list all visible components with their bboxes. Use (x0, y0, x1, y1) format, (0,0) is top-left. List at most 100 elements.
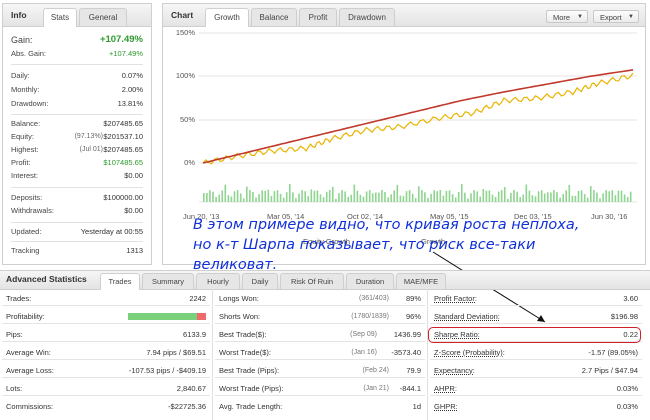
activity-bar (605, 190, 607, 202)
activity-bar (356, 190, 359, 202)
activity-bar (350, 194, 352, 202)
activity-bar (246, 186, 248, 202)
activity-bar (470, 193, 472, 202)
grid (199, 32, 637, 203)
activity-bar (550, 192, 552, 202)
tab-summary[interactable]: Summary (142, 273, 194, 289)
activity-bar (599, 198, 601, 202)
activity-bar (267, 189, 270, 202)
activity-bar (304, 191, 306, 202)
x-tick-label: Jun 30, '16 (591, 212, 628, 221)
activity-bar (255, 197, 257, 202)
info-row-profit: Profit: $107485.65 (11, 158, 143, 167)
divider (11, 64, 143, 65)
info-row-equity: Equity: (97.13%) $201537.10 (11, 132, 143, 141)
activity-bar (491, 194, 494, 202)
activity-bar (390, 194, 392, 202)
activity-bar (562, 194, 564, 202)
activity-bar (418, 186, 420, 202)
activity-bar (273, 191, 276, 202)
activity-bar (328, 190, 331, 202)
activity-bar (408, 190, 411, 202)
activity-bar (476, 191, 478, 202)
activity-bar (285, 192, 288, 202)
tab-stats[interactable]: Stats (43, 8, 77, 27)
activity-bar (473, 190, 475, 202)
info-row-tracking: Tracking 1313 (11, 246, 143, 255)
stat-trades: Trades: 2242 (2, 292, 210, 306)
activity-bar (547, 192, 549, 202)
activity-bar (252, 192, 254, 202)
activity-bar (313, 190, 316, 202)
activity-bar (451, 194, 454, 202)
activity-bar (442, 195, 445, 202)
activity-bar (497, 191, 500, 202)
info-row-abs-gain: Abs. Gain: +107.49% (11, 49, 143, 58)
tab-risk-of-ruin[interactable]: Risk Of Ruin (280, 273, 344, 289)
stat-pips: Pips: 6133.9 (2, 328, 210, 342)
activity-bar (500, 190, 503, 202)
info-row-deposits: Deposits: $100000.00 (11, 193, 143, 202)
activity-bar (516, 191, 518, 202)
activity-bar (375, 192, 377, 202)
column-separator (427, 289, 428, 420)
tab-daily[interactable]: Daily (242, 273, 278, 289)
activity-bar (239, 193, 242, 202)
info-row-interest: Interest: $0.00 (11, 171, 143, 180)
activity-bar (298, 193, 300, 202)
activity-bar (593, 190, 595, 202)
annotation-line: В этом примере видно, что кривая роста н… (193, 217, 580, 233)
activity-bar (414, 198, 417, 202)
divider (11, 241, 143, 242)
activity-bar (316, 190, 319, 202)
activity-bar (531, 195, 534, 202)
activity-bar (206, 193, 208, 202)
activity-bar (556, 192, 558, 202)
activity-bar (353, 184, 356, 202)
tab-mae-mfe[interactable]: MAE/MFE (396, 273, 446, 289)
activity-bar (224, 184, 227, 202)
activity-bar (221, 190, 223, 202)
stat-commissions: Commissions: -$22725.36 (6, 402, 206, 411)
activity-bar (230, 196, 233, 202)
activity-bar (519, 197, 521, 202)
activity-bar (365, 191, 368, 202)
activity-bar (276, 190, 279, 202)
activity-bar (626, 197, 629, 202)
activity-bar (227, 195, 230, 202)
activity-bar (368, 190, 371, 202)
tab-general[interactable]: General (79, 8, 127, 26)
activity-bar (467, 198, 469, 202)
activity-bar (295, 198, 297, 202)
stat-z-score: Z-Score (Probability): -1.57 (89.05%) (430, 346, 642, 360)
stat-worst-trade-pips: Worst Trade (Pips): (Jan 21) -844.1 (215, 382, 425, 396)
activity-bar (461, 184, 463, 202)
activity-bar (608, 191, 610, 202)
info-row-highest: Highest: (Jul 01) $207485.65 (11, 145, 143, 154)
activity-bar (242, 198, 245, 202)
stat-best-trade-usd: Best Trade($): (Sep 09) 1436.99 (215, 328, 425, 342)
stat-standard-deviation: Standard Deviation: $196.98 (430, 310, 642, 324)
stat-ahpr: AHPR: 0.03% (430, 382, 642, 396)
activity-bar (623, 194, 626, 202)
info-row-withdrawals: Withdrawals: $0.00 (11, 206, 143, 215)
activity-bar (347, 196, 349, 202)
activity-bar (236, 190, 239, 202)
activity-bar (279, 193, 282, 202)
stat-ghpr: GHPR: 0.03% (434, 402, 638, 411)
activity-bar (203, 193, 205, 202)
activity-bar (482, 189, 485, 202)
tab-duration[interactable]: Duration (346, 273, 394, 289)
activity-bar (362, 196, 365, 202)
tab-trades[interactable]: Trades (100, 273, 140, 290)
activity-bar (448, 190, 451, 202)
activity-bar (310, 189, 313, 202)
activity-bar (249, 190, 251, 202)
tab-hourly[interactable]: Hourly (196, 273, 240, 289)
activity-bar (611, 190, 614, 202)
activity-bar (322, 197, 325, 202)
activity-bar (433, 190, 435, 202)
activity-bar (534, 196, 537, 202)
activity-bar (344, 191, 346, 202)
activity-bar (218, 194, 220, 202)
